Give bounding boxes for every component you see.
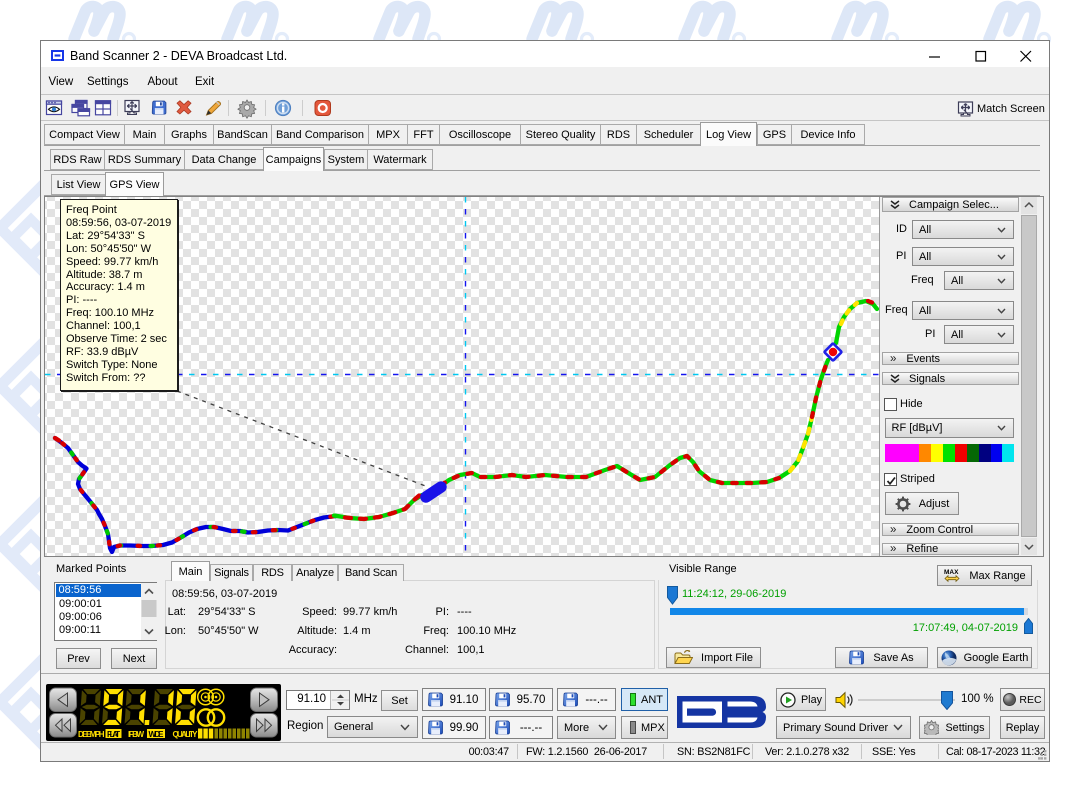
svg-text:WIDE: WIDE — [149, 730, 165, 739]
svg-text:QUALITY: QUALITY — [173, 730, 199, 739]
svg-text:DEEMPH: DEEMPH — [78, 730, 105, 739]
svg-text:MAX: MAX — [944, 569, 959, 576]
svg-text:FLAT: FLAT — [107, 730, 120, 739]
svg-text:IFBW: IFBW — [128, 730, 144, 739]
